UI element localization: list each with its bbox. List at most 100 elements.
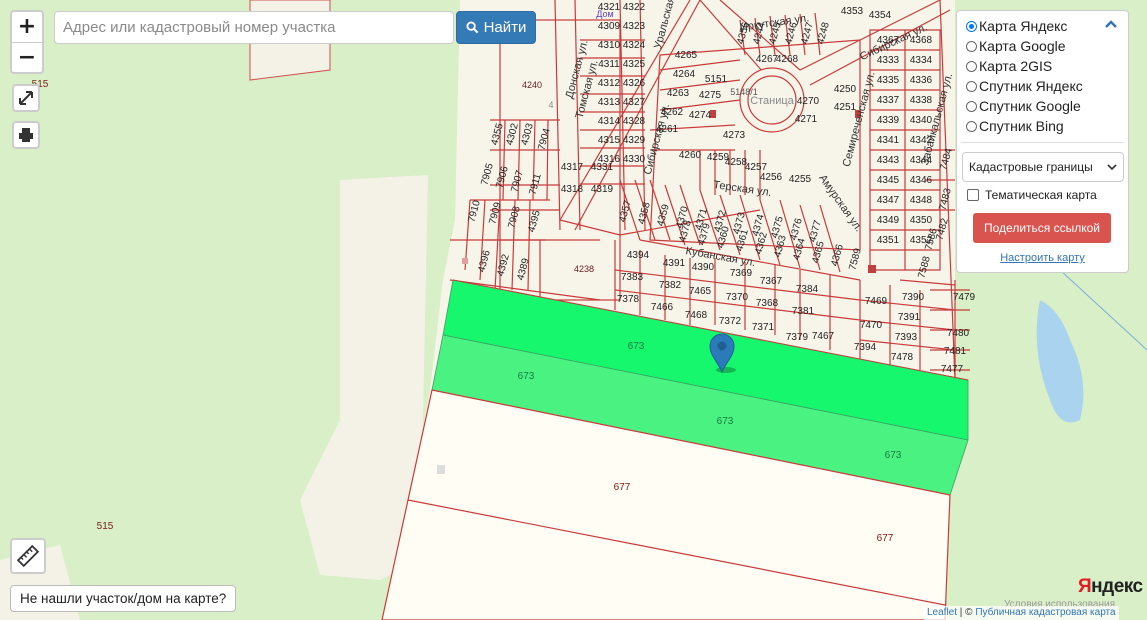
parcel-number-label: 4344	[910, 155, 933, 166]
parcel-number-label: 4262	[661, 107, 684, 118]
thematic-map-checkbox[interactable]: Тематическая карта	[967, 188, 1097, 202]
parcel-number-label: 4341	[877, 135, 900, 146]
parcel-number-label: 4315	[598, 135, 621, 146]
yandex-logo-first-letter: Я	[1078, 576, 1092, 597]
parcel-number-label: 4330	[623, 154, 646, 165]
parcel-number-label: 4390	[692, 262, 715, 273]
attribution-separator: | ©	[957, 607, 976, 618]
parcel-number-label: 673	[885, 450, 902, 461]
parcel-number-label: 7466	[651, 302, 674, 313]
parcel-number-label: 4351	[877, 235, 900, 246]
parcel-number-label: 7477	[941, 364, 964, 375]
printer-icon	[19, 128, 33, 142]
search-icon	[466, 21, 478, 34]
setup-map-link[interactable]: Настроить карту	[957, 252, 1128, 264]
map-label: 5148/1	[730, 87, 758, 97]
layer-google-map[interactable]: Карта Google	[966, 37, 1066, 55]
parcel-number-label: 4309	[598, 21, 621, 32]
parcel-number-label: 4323	[623, 21, 646, 32]
overlay-select[interactable]: Кадастровые границы	[962, 152, 1124, 182]
parcel-number-label: 4256	[760, 172, 783, 183]
parcel-number-label: 4270	[797, 96, 820, 107]
layer-label: Спутник Яндекс	[979, 78, 1083, 94]
radio-selected-icon[interactable]	[966, 20, 977, 32]
search-input[interactable]	[54, 11, 454, 44]
checkbox-icon[interactable]	[967, 189, 979, 201]
building	[462, 258, 468, 264]
layer-yandex-map[interactable]: Карта Яндекс	[966, 17, 1067, 35]
pkk-link[interactable]: Публичная кадастровая карта	[975, 607, 1115, 618]
not-found-button[interactable]: Не нашли участок/дом на карте?	[10, 585, 237, 612]
parcel-number-label: 4349	[877, 215, 900, 226]
parcel-number-label: 4319	[591, 184, 614, 195]
parcel-number-label: 4265	[675, 50, 698, 61]
share-link-button[interactable]: Поделиться ссылкой	[973, 213, 1111, 243]
zoom-in-button[interactable]: +	[12, 12, 42, 42]
print-button[interactable]	[12, 121, 40, 149]
layer-label: Карта 2GIS	[979, 58, 1053, 74]
parcel-number-label: 4340	[910, 115, 933, 126]
parcel-number-label: 4326	[623, 78, 646, 89]
parcel-number-label: 4264	[673, 69, 696, 80]
layer-google-satellite[interactable]: Спутник Google	[966, 97, 1081, 115]
parcel-number-label: 4324	[623, 40, 646, 51]
parcel-number-label: 7470	[860, 320, 883, 331]
parcel-number-label: 673	[518, 371, 535, 382]
parcel-number-label: 7468	[685, 310, 708, 321]
parcel-number-label: 4260	[679, 150, 702, 161]
fullscreen-button[interactable]	[12, 84, 40, 112]
parcel-number-label: 4329	[623, 135, 646, 146]
overlay-select-value: Кадастровые границы	[969, 160, 1093, 174]
layer-bing-satellite[interactable]: Спутник Bing	[966, 117, 1064, 135]
yandex-logo-rest: ндекс	[1091, 576, 1143, 597]
parcel-number-label: 4311	[598, 59, 620, 70]
chevron-up-icon[interactable]	[1104, 19, 1118, 29]
parcel-number-label: 7371	[752, 322, 775, 333]
expand-icon	[19, 91, 33, 105]
building	[437, 465, 445, 474]
parcel-number-label: 7393	[895, 332, 918, 343]
parcel-number-label: 4368	[910, 35, 933, 46]
parcel-number-label: 5151	[705, 74, 728, 85]
zoom-out-button[interactable]: −	[12, 42, 42, 73]
parcel-number-label: 4347	[877, 195, 900, 206]
yandex-logo: Яндекс	[1078, 576, 1143, 598]
parcel-number-label: 673	[717, 416, 734, 427]
radio-icon[interactable]	[966, 100, 977, 112]
parcel-number-label: 7384	[796, 284, 819, 295]
ruler-button[interactable]	[10, 538, 46, 574]
radio-icon[interactable]	[966, 40, 977, 52]
layer-2gis-map[interactable]: Карта 2GIS	[966, 57, 1052, 75]
chevron-down-icon	[1107, 164, 1117, 171]
radio-icon[interactable]	[966, 60, 977, 72]
parcel-number-label: 7372	[719, 316, 742, 327]
parcel-number-label: 4348	[910, 195, 933, 206]
parcel-number-label: 7369	[730, 268, 753, 279]
parcel-number-label: 7368	[756, 298, 779, 309]
layer-yandex-satellite[interactable]: Спутник Яндекс	[966, 77, 1083, 95]
parcel-number-label: 4255	[789, 174, 812, 185]
map-label: 677	[614, 482, 631, 493]
map-label: 4240	[522, 80, 542, 90]
find-button[interactable]: Найти	[456, 11, 536, 44]
map-label: 515	[97, 521, 114, 532]
layer-label: Карта Яндекс	[979, 18, 1068, 34]
parcel-number-label: 4314	[598, 116, 621, 127]
parcel-number-label: 4343	[877, 155, 900, 166]
parcel-number-label: 4322	[623, 2, 646, 13]
building	[868, 265, 876, 273]
parcel-number-label: 7394	[854, 342, 877, 353]
parcel-number-label: 7378	[617, 294, 640, 305]
parcel-number-label: 7382	[659, 280, 682, 291]
map-label: 4	[548, 100, 553, 110]
parcel-number-label: 4334	[910, 55, 933, 66]
zoom-control: + −	[10, 10, 44, 74]
radio-icon[interactable]	[966, 120, 977, 132]
parcel-number-label: 7478	[891, 352, 914, 363]
layer-label: Спутник Bing	[979, 118, 1064, 134]
radio-icon[interactable]	[966, 80, 977, 92]
parcel-number-label: 7469	[865, 296, 888, 307]
layer-label: Карта Google	[979, 38, 1066, 54]
leaflet-link[interactable]: Leaflet	[927, 607, 957, 618]
parcel-number-label: 4317	[561, 162, 584, 173]
